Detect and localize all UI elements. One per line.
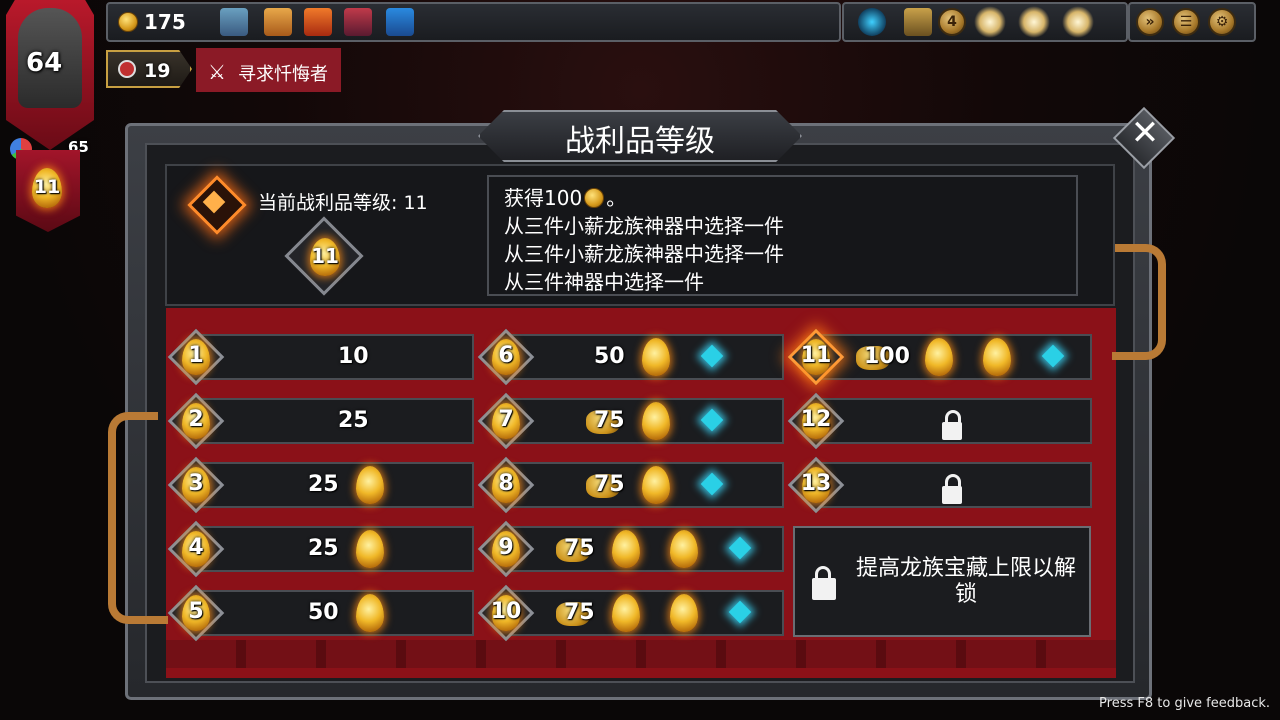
- drape-decoration: [166, 640, 1116, 668]
- reward-text: 。: [606, 186, 627, 210]
- scroll-icon[interactable]: [304, 8, 332, 36]
- level-number: 10: [490, 599, 522, 624]
- reward-text: 获得100: [504, 186, 583, 210]
- boss-icon[interactable]: [974, 6, 1006, 38]
- relic-icon[interactable]: [220, 8, 248, 36]
- key-icon: [118, 60, 136, 78]
- gold-amount: 25: [308, 472, 339, 497]
- current-level-label: 当前战利品等级: 11: [258, 192, 428, 214]
- unlock-hint: 提高龙族宝藏上限以解锁: [855, 556, 1076, 607]
- level-number: 13: [800, 471, 832, 496]
- level-number: 12: [800, 407, 832, 432]
- level-number: 6: [498, 343, 514, 368]
- reward-line: 获得100 。: [504, 182, 626, 211]
- close-icon[interactable]: ✕: [1130, 113, 1160, 153]
- boss-icon[interactable]: [1062, 6, 1094, 38]
- inventory-bar: [106, 2, 841, 42]
- egg-icon: [356, 530, 384, 568]
- map-icon[interactable]: [386, 8, 414, 36]
- gold-coin-icon: [584, 188, 605, 208]
- level-number: 1: [188, 343, 204, 368]
- potion-icon[interactable]: [344, 8, 372, 36]
- gold-amount: 75: [564, 600, 595, 625]
- loot-level-row[interactable]: [198, 334, 474, 380]
- egg-icon: [642, 338, 670, 376]
- gold-amount: 100: [864, 344, 910, 369]
- dragon-crest-icon[interactable]: [858, 8, 886, 36]
- level-number: 5: [188, 599, 204, 624]
- level-number: 7: [498, 407, 514, 432]
- egg-icon: [356, 594, 384, 632]
- gold-coin-icon: [118, 12, 138, 32]
- gold-amount: 50: [308, 600, 339, 625]
- egg-icon: [642, 466, 670, 504]
- gold-amount: 10: [338, 344, 369, 369]
- lock-icon: [942, 474, 962, 504]
- egg-icon: [925, 338, 953, 376]
- chest-icon[interactable]: [264, 8, 292, 36]
- current-level-value: 11: [311, 244, 339, 268]
- gold-amount: 25: [308, 536, 339, 561]
- egg-icon: [642, 402, 670, 440]
- key-value: 19: [144, 60, 171, 82]
- lock-icon: [812, 566, 836, 600]
- pipe-decoration: [108, 412, 158, 532]
- pipe-decoration: [1112, 244, 1166, 360]
- gold-amount: 75: [594, 472, 625, 497]
- egg-icon: [356, 466, 384, 504]
- reward-line: 从三件神器中选择一件: [504, 270, 704, 294]
- hp-value: 64: [26, 48, 63, 78]
- relic-count-badge[interactable]: 4: [938, 8, 966, 36]
- gold-value: 175: [144, 10, 186, 34]
- egg-icon: [670, 530, 698, 568]
- feedback-hint: Press F8 to give feedback.: [1099, 696, 1270, 711]
- crossed-swords-icon: ⚔: [208, 60, 226, 84]
- egg-icon: [983, 338, 1011, 376]
- boss-icon[interactable]: [1018, 6, 1050, 38]
- gear-icon[interactable]: ⚙: [1208, 8, 1236, 36]
- gold-amount: 75: [594, 408, 625, 433]
- level-number: 11: [800, 343, 832, 368]
- lock-icon: [942, 410, 962, 440]
- quest-title: 寻求忏悔者: [238, 64, 328, 85]
- fast-forward-icon[interactable]: »: [1136, 8, 1164, 36]
- level-number: 8: [498, 471, 514, 496]
- gold-amount: 25: [338, 408, 369, 433]
- level-number: 9: [498, 535, 514, 560]
- deck-icon[interactable]: ☰: [1172, 8, 1200, 36]
- panel-title: 战利品等级: [565, 124, 715, 159]
- loot-level-value: 11: [33, 176, 61, 198]
- level-number: 3: [188, 471, 204, 496]
- level-number: 2: [188, 407, 204, 432]
- book-icon[interactable]: [904, 8, 932, 36]
- level-number: 4: [188, 535, 204, 560]
- gold-amount: 50: [594, 344, 625, 369]
- egg-icon: [612, 594, 640, 632]
- egg-icon: [612, 530, 640, 568]
- pipe-decoration: [108, 520, 168, 624]
- egg-icon: [670, 594, 698, 632]
- loot-level-row[interactable]: [198, 398, 474, 444]
- reward-line: 从三件小薪龙族神器中选择一件: [504, 242, 784, 266]
- gold-amount: 75: [564, 536, 595, 561]
- reward-line: 从三件小薪龙族神器中选择一件: [504, 214, 784, 238]
